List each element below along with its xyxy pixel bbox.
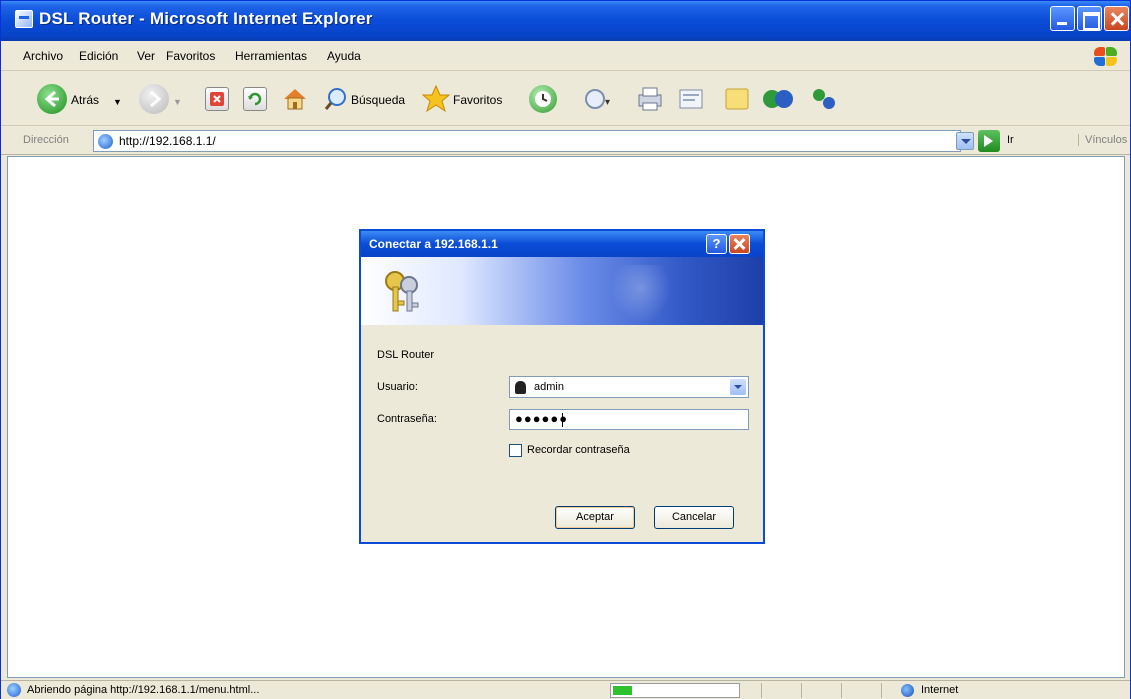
password-label: Contraseña: xyxy=(377,413,437,425)
help-button[interactable]: ? xyxy=(706,234,727,254)
window-title: DSL Router - Microsoft Internet Explorer xyxy=(39,9,373,28)
stop-icon[interactable] xyxy=(205,87,229,111)
username-value[interactable]: admin xyxy=(534,381,564,393)
search-label[interactable]: Búsqueda xyxy=(351,93,405,107)
progress-fill xyxy=(613,686,632,695)
menu-favoritos[interactable]: Favoritos xyxy=(166,49,215,63)
status-bar: Abriendo página http://192.168.1.1/menu.… xyxy=(1,680,1130,699)
links-button[interactable]: Vínculos xyxy=(1078,134,1127,146)
user-icon xyxy=(515,381,526,394)
address-url[interactable]: http://192.168.1.1/ xyxy=(119,134,216,148)
login-dialog: Conectar a 192.168.1.1 ? DSL Router Usua… xyxy=(359,229,765,544)
home-icon[interactable] xyxy=(281,86,309,112)
password-field[interactable]: ●●●●●● xyxy=(509,409,749,430)
menu-ver[interactable]: Ver xyxy=(137,49,155,63)
menu-archivo[interactable]: Archivo xyxy=(23,49,63,63)
menu-bar: Archivo Edición Ver Favoritos Herramient… xyxy=(1,41,1130,71)
mail-icon[interactable]: ▾ xyxy=(583,85,615,113)
minimize-button[interactable] xyxy=(1050,6,1075,31)
password-value[interactable]: ●●●●●● xyxy=(515,411,568,426)
go-arrow-icon[interactable] xyxy=(978,130,1000,152)
messenger-icon[interactable] xyxy=(761,85,795,113)
research-icon[interactable] xyxy=(809,85,839,113)
security-zone: Internet xyxy=(921,684,959,696)
accept-button[interactable]: Aceptar xyxy=(555,506,635,529)
text-caret xyxy=(562,413,563,427)
close-button[interactable] xyxy=(1104,6,1129,31)
remember-password-checkbox[interactable] xyxy=(509,444,522,457)
dialog-close-button[interactable] xyxy=(729,234,750,254)
refresh-icon[interactable] xyxy=(243,87,267,111)
status-divider xyxy=(841,683,842,698)
ie-page-icon xyxy=(15,10,33,28)
standard-toolbar: Atrás ▼ ▼ Búsqueda Favoritos ▾ xyxy=(1,72,1130,126)
forward-arrow-icon[interactable] xyxy=(139,84,169,114)
dialog-title: Conectar a 192.168.1.1 xyxy=(369,237,498,251)
svg-text:▾: ▾ xyxy=(605,97,610,108)
ie-window: DSL Router - Microsoft Internet Explorer… xyxy=(0,0,1131,699)
favorites-label[interactable]: Favoritos xyxy=(453,93,502,107)
back-label[interactable]: Atrás xyxy=(71,93,99,107)
dialog-banner xyxy=(361,257,763,325)
discuss-icon[interactable] xyxy=(723,86,751,112)
favorites-star-icon[interactable] xyxy=(421,84,451,114)
status-text: Abriendo página http://192.168.1.1/menu.… xyxy=(27,684,260,696)
globe-icon xyxy=(901,684,914,697)
status-divider xyxy=(801,683,802,698)
windows-logo-icon xyxy=(1091,45,1121,69)
back-arrow-icon[interactable] xyxy=(37,84,67,114)
title-bar[interactable]: DSL Router - Microsoft Internet Explorer xyxy=(1,1,1130,41)
username-field[interactable]: admin xyxy=(509,376,749,398)
status-divider xyxy=(881,683,882,698)
print-icon[interactable] xyxy=(635,85,665,113)
address-dropdown-icon[interactable] xyxy=(956,132,974,150)
remember-password-label[interactable]: Recordar contraseña xyxy=(527,444,630,456)
menu-ayuda[interactable]: Ayuda xyxy=(327,49,361,63)
address-label: Dirección xyxy=(23,134,69,146)
address-bar: Dirección http://192.168.1.1/ Ir Vínculo… xyxy=(1,127,1130,155)
username-label: Usuario: xyxy=(377,381,418,393)
menu-herramientas[interactable]: Herramientas xyxy=(235,49,307,63)
edit-icon[interactable] xyxy=(677,86,705,112)
cancel-button[interactable]: Cancelar xyxy=(654,506,734,529)
keys-icon xyxy=(381,269,423,315)
status-divider xyxy=(761,683,762,698)
search-icon[interactable] xyxy=(323,86,349,112)
address-input[interactable]: http://192.168.1.1/ xyxy=(93,130,961,152)
progress-bar xyxy=(610,683,740,698)
dialog-title-bar[interactable]: Conectar a 192.168.1.1 ? xyxy=(361,231,763,257)
history-icon[interactable] xyxy=(529,85,557,113)
go-button[interactable]: Ir xyxy=(1007,134,1014,146)
banner-watermark xyxy=(611,265,671,323)
maximize-button[interactable] xyxy=(1077,6,1102,31)
ie-page-icon xyxy=(7,683,21,697)
menu-edicion[interactable]: Edición xyxy=(79,49,118,63)
site-name: DSL Router xyxy=(377,349,435,361)
chevron-down-icon[interactable] xyxy=(730,379,746,395)
forward-dropdown-icon[interactable]: ▼ xyxy=(173,97,182,107)
back-dropdown-icon[interactable]: ▼ xyxy=(113,97,122,107)
ie-page-icon xyxy=(98,134,113,149)
